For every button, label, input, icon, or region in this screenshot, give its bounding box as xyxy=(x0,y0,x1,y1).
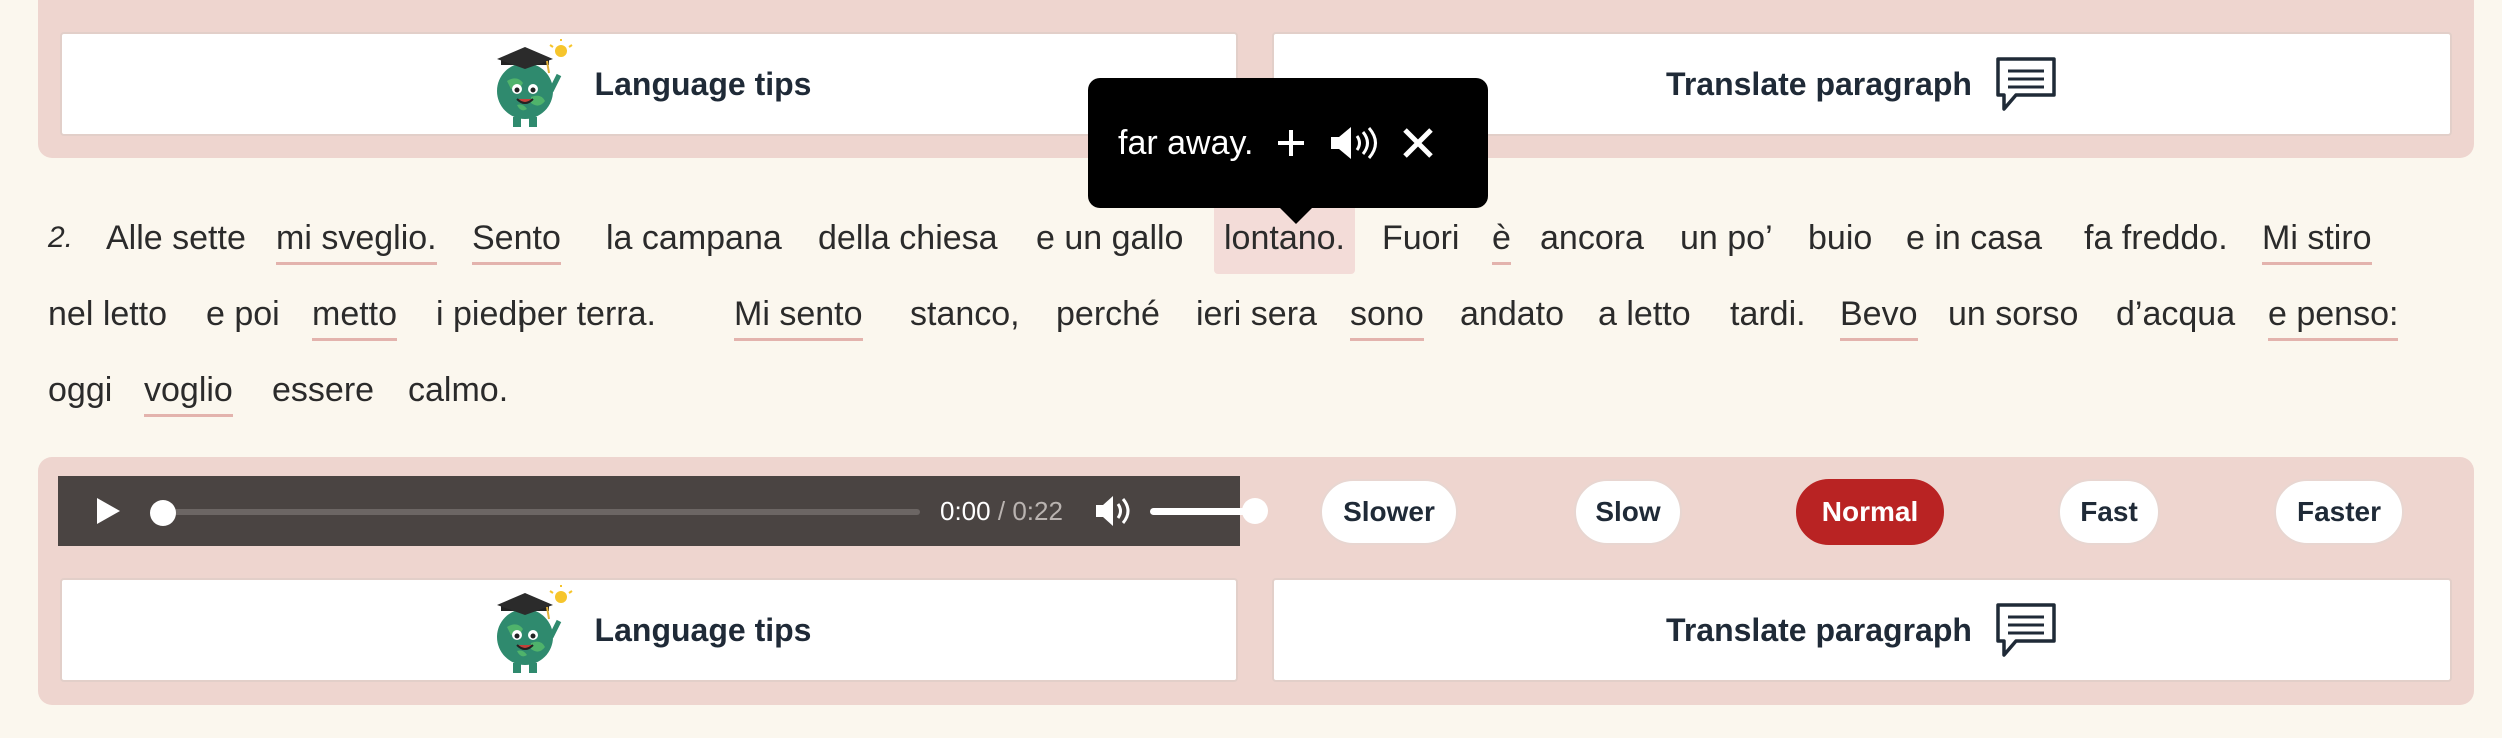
current-time: 0:00 xyxy=(940,496,991,526)
translate-paragraph-button-bottom[interactable]: Translate paragraph xyxy=(1272,578,2452,682)
speed-slow-button[interactable]: Slow xyxy=(1574,479,1682,545)
word-token[interactable]: e in casa xyxy=(1906,212,2042,262)
language-tips-button-bottom[interactable]: Language tips xyxy=(60,578,1238,682)
tooltip-translation: far away. xyxy=(1118,123,1254,162)
language-tips-button[interactable]: Language tips xyxy=(60,32,1238,136)
word-token[interactable]: d’acqua xyxy=(2116,288,2235,338)
word-token[interactable]: ancora xyxy=(1540,212,1644,262)
progress-knob[interactable] xyxy=(150,500,176,526)
word-token[interactable]: metto xyxy=(312,288,398,341)
word-token[interactable]: Mi stiro xyxy=(2262,212,2372,265)
volume-knob[interactable] xyxy=(1242,498,1268,524)
progress-track[interactable] xyxy=(166,509,920,515)
volume-icon[interactable] xyxy=(1094,494,1134,528)
word-token[interactable]: Bevo xyxy=(1840,288,1918,341)
speed-normal-button[interactable]: Normal xyxy=(1796,479,1944,545)
word-token[interactable]: Fuori xyxy=(1382,212,1459,262)
plus-icon[interactable] xyxy=(1275,127,1307,159)
word-token[interactable]: per terra. xyxy=(518,288,656,338)
word-token[interactable]: calmo. xyxy=(408,364,508,414)
time-display: 0:00 / 0:22 xyxy=(940,496,1063,527)
language-tips-label: Language tips xyxy=(594,65,812,102)
word-token[interactable]: un po’ xyxy=(1680,212,1773,262)
globe-mascot-icon xyxy=(496,585,573,673)
word-token[interactable]: Alle sette xyxy=(106,212,246,262)
close-icon[interactable] xyxy=(1401,126,1435,160)
time-separator: / xyxy=(997,496,1006,526)
word-token[interactable]: stanco, xyxy=(910,288,1020,338)
word-token[interactable]: ieri sera xyxy=(1196,288,1317,338)
word-token[interactable]: essere xyxy=(272,364,374,414)
word-token[interactable]: è xyxy=(1492,212,1511,265)
language-tips-label: Language tips xyxy=(594,611,812,648)
duration: 0:22 xyxy=(1012,496,1063,526)
speed-slower-button[interactable]: Slower xyxy=(1320,479,1458,545)
translate-paragraph-label: Translate paragraph xyxy=(1666,65,1972,102)
word-token[interactable]: la campana xyxy=(606,212,782,262)
word-token[interactable]: della chiesa xyxy=(818,212,998,262)
word-token[interactable]: e poi xyxy=(206,288,280,338)
chat-bubble-icon xyxy=(1996,603,2056,657)
word-token[interactable]: a letto xyxy=(1598,288,1691,338)
word-token[interactable]: Mi sento xyxy=(734,288,863,341)
paragraph-number: 2. xyxy=(48,221,74,254)
speed-fast-button[interactable]: Fast xyxy=(2058,479,2160,545)
word-token[interactable]: buio xyxy=(1808,212,1872,262)
word-token[interactable]: voglio xyxy=(144,364,233,417)
word-token[interactable]: i piedi xyxy=(436,288,525,338)
word-token[interactable]: sono xyxy=(1350,288,1424,341)
word-token[interactable]: oggi xyxy=(48,364,112,414)
globe-mascot-icon xyxy=(496,39,573,127)
word-token[interactable]: Sento xyxy=(472,212,561,265)
word-token[interactable]: nel letto xyxy=(48,288,167,338)
word-token[interactable]: fa freddo. xyxy=(2084,212,2228,262)
translation-tooltip: far away. xyxy=(1088,78,1488,224)
speed-faster-button[interactable]: Faster xyxy=(2274,479,2404,545)
word-token[interactable]: un sorso xyxy=(1948,288,2078,338)
word-token[interactable]: e penso: xyxy=(2268,288,2399,341)
play-icon[interactable] xyxy=(94,496,122,526)
chat-bubble-icon xyxy=(1996,57,2056,111)
word-token[interactable]: e un gallo xyxy=(1036,212,1183,262)
audio-player: 0:00 / 0:22 xyxy=(58,476,1268,546)
word-token[interactable]: tardi. xyxy=(1730,288,1806,338)
word-token[interactable]: andato xyxy=(1460,288,1564,338)
word-token[interactable]: mi sveglio. xyxy=(276,212,437,265)
speaker-icon[interactable] xyxy=(1329,125,1379,161)
translate-paragraph-label: Translate paragraph xyxy=(1666,611,1972,648)
word-token[interactable]: perché xyxy=(1056,288,1160,338)
